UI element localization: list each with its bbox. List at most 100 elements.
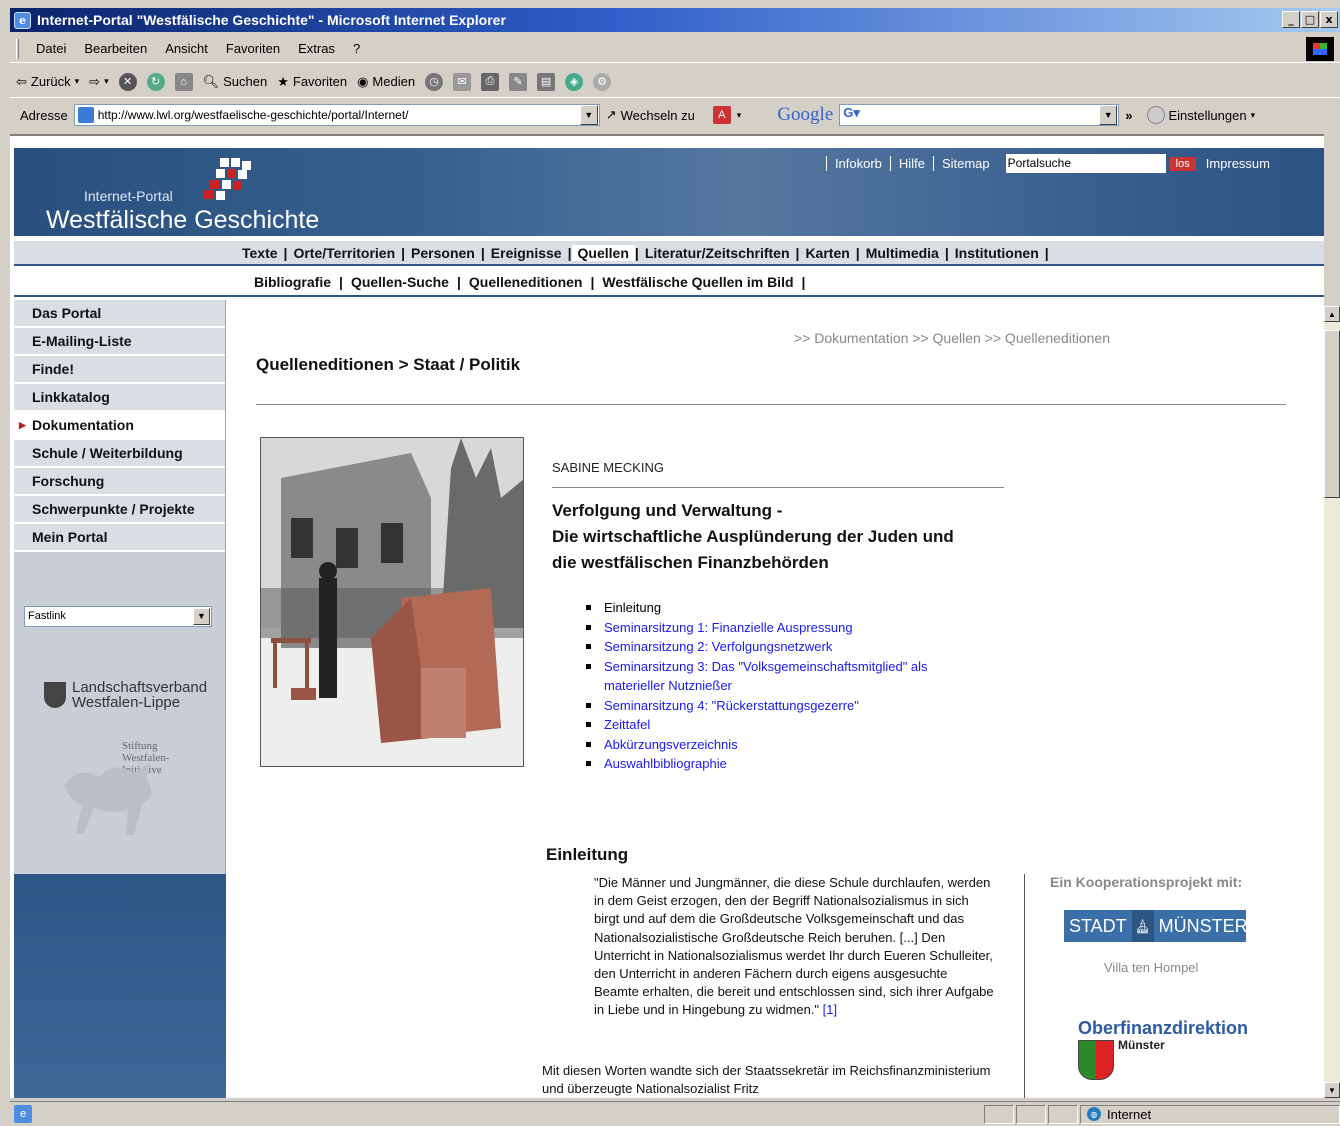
google-dropdown-icon[interactable]: ▼: [1099, 105, 1118, 125]
portal-search-input[interactable]: Portalsuche: [1005, 154, 1166, 173]
sidebar-item-finde[interactable]: Finde!: [14, 356, 225, 384]
subnav-quellen-suche[interactable]: Quellen-Suche: [343, 274, 457, 290]
lwl-brand[interactable]: Landschaftsverband Westfalen-Lippe: [44, 680, 207, 710]
nav-literatur[interactable]: Literatur/Zeitschriften: [639, 245, 796, 261]
menu-help[interactable]: ?: [344, 41, 369, 56]
toc-item[interactable]: Abkürzungsverzeichnis: [582, 735, 962, 755]
nav-multimedia[interactable]: Multimedia: [860, 245, 945, 261]
nav-karten[interactable]: Karten: [799, 245, 855, 261]
toc-link[interactable]: Seminarsitzung 1: Finanzielle Auspressun…: [604, 620, 853, 635]
toc-link[interactable]: Seminarsitzung 4: "Rückerstattungsgezerr…: [604, 698, 859, 713]
subnav-quellen-im-bild[interactable]: Westfälische Quellen im Bild: [594, 274, 801, 290]
subnav-quelleneditionen[interactable]: Quelleneditionen: [461, 274, 591, 290]
fastlink-dropdown-icon[interactable]: ▼: [193, 608, 210, 625]
nav-ereignisse[interactable]: Ereignisse: [485, 245, 568, 261]
mail-icon[interactable]: ✉: [453, 72, 472, 91]
section-heading: Einleitung: [546, 845, 629, 864]
article-title-line: Verfolgung und Verwaltung -: [552, 501, 783, 520]
menu-ansicht[interactable]: Ansicht: [156, 41, 217, 56]
toc-item[interactable]: Seminarsitzung 4: "Rückerstattungsgezerr…: [582, 696, 962, 716]
toc-link[interactable]: Zeittafel: [604, 717, 650, 732]
cathedral-icon: ⛪︎: [1131, 910, 1154, 942]
nav-texte[interactable]: Texte: [236, 245, 284, 261]
discuss-icon[interactable]: ▤: [537, 72, 556, 91]
nav-personen[interactable]: Personen: [405, 245, 481, 261]
link-hilfe[interactable]: Hilfe: [889, 156, 933, 171]
nav-orte[interactable]: Orte/Territorien: [287, 245, 401, 261]
toc-link[interactable]: Auswahlbibliographie: [604, 756, 727, 771]
nrw-coat-of-arms-icon: [1078, 1040, 1114, 1080]
toc-item[interactable]: Zeittafel: [582, 715, 962, 735]
edit-icon[interactable]: ✎: [509, 72, 528, 91]
toc-link[interactable]: Abkürzungsverzeichnis: [604, 737, 738, 752]
quote-text: "Die Männer und Jungmänner, die diese Sc…: [594, 875, 994, 1018]
media-button[interactable]: ◉ Medien: [357, 74, 415, 90]
address-input[interactable]: http://www.lwl.org/westfaelische-geschic…: [73, 104, 600, 126]
standard-toolbar: ⇦ Zurück ▾ ⇨ ▾ ✕ ↻ ⌂ 🔍︎ Suchen ★ Favoriten ◉ M…: [10, 66, 1340, 98]
forward-button[interactable]: ⇨ ▾: [89, 74, 108, 90]
sidebar-item-forschung[interactable]: Forschung: [14, 468, 225, 496]
refresh-icon[interactable]: ↻: [146, 72, 165, 91]
sidebar-item-linkkatalog[interactable]: Linkkatalog: [14, 384, 225, 412]
history-icon[interactable]: ◷: [425, 72, 444, 91]
nav-institutionen[interactable]: Institutionen: [949, 245, 1045, 261]
minimize-button[interactable]: _: [1282, 11, 1300, 28]
link-sitemap[interactable]: Sitemap: [932, 156, 998, 171]
tools-icon[interactable]: ⚙: [593, 72, 612, 91]
back-label: Zurück: [30, 74, 71, 89]
toc-item[interactable]: Seminarsitzung 2: Verfolgungsnetzwerk: [582, 637, 962, 657]
toc-link[interactable]: Seminarsitzung 3: Das "Volksgemeinschaft…: [604, 659, 928, 694]
more-chevron-icon[interactable]: »: [1125, 108, 1132, 123]
scroll-up-icon[interactable]: ▲: [1324, 306, 1340, 322]
sidebar-item-mein-portal[interactable]: Mein Portal: [14, 524, 225, 552]
search-submit-button[interactable]: los: [1169, 156, 1196, 171]
print-icon[interactable]: ⎙: [481, 72, 500, 91]
maximize-button[interactable]: □: [1301, 11, 1319, 28]
muenster-text: MÜNSTER: [1158, 915, 1246, 936]
top-links: Infokorb Hilfe Sitemap Portalsuche los I…: [825, 154, 1270, 173]
google-search-input[interactable]: G▾ ▼: [839, 104, 1120, 126]
chevron-down-icon: ▾: [736, 109, 742, 120]
ofd-logo-title[interactable]: Oberfinanzdirektion: [1078, 1018, 1248, 1039]
sidebar-item-schwerpunkte[interactable]: Schwerpunkte / Projekte: [14, 496, 225, 524]
breadcrumb[interactable]: >> Dokumentation >> Quellen >> Quellened…: [794, 330, 1110, 346]
scroll-thumb[interactable]: [1324, 330, 1340, 498]
settings-button[interactable]: Einstellungen ▾: [1146, 106, 1255, 124]
menu-bearbeiten[interactable]: Bearbeiten: [75, 41, 156, 56]
favorites-button[interactable]: ★ Favoriten: [277, 74, 347, 90]
footnote-link[interactable]: [1]: [823, 1002, 837, 1017]
stadt-text: STADT: [1069, 915, 1127, 936]
fastlink-select[interactable]: Fastlink ▼: [24, 606, 212, 627]
search-label: Suchen: [223, 74, 268, 89]
search-button[interactable]: 🔍︎ Suchen: [203, 74, 268, 90]
go-button[interactable]: ↗ Wechseln zu: [606, 107, 695, 123]
menu-extras[interactable]: Extras: [289, 41, 344, 56]
home-icon[interactable]: ⌂: [174, 72, 193, 91]
sidebar-item-dokumentation[interactable]: ▶ Dokumentation: [14, 412, 225, 440]
address-dropdown-icon[interactable]: ▼: [579, 105, 598, 125]
toc-item[interactable]: Seminarsitzung 1: Finanzielle Auspressun…: [582, 618, 962, 638]
vertical-scrollbar[interactable]: ▲ ▼: [1324, 306, 1340, 1098]
sidebar-item-mailing[interactable]: E-Mailing-Liste: [14, 328, 225, 356]
stadt-muenster-logo[interactable]: STADT ⛪︎ MÜNSTER: [1064, 910, 1246, 942]
toc-item[interactable]: Seminarsitzung 3: Das "Volksgemeinschaft…: [582, 657, 962, 696]
link-infokorb[interactable]: Infokorb: [825, 156, 890, 171]
stop-icon[interactable]: ✕: [118, 72, 137, 91]
subnav-bibliografie[interactable]: Bibliografie: [246, 274, 339, 290]
toc-label: Einleitung: [604, 600, 662, 615]
villa-ten-hompel-link[interactable]: Villa ten Hompel: [1104, 960, 1198, 975]
menu-favoriten[interactable]: Favoriten: [217, 41, 289, 56]
messenger-icon[interactable]: ◈: [565, 72, 584, 91]
sidebar-item-portal[interactable]: Das Portal: [14, 300, 225, 328]
page-title: Quelleneditionen > Staat / Politik: [256, 355, 521, 374]
close-button[interactable]: x: [1320, 11, 1338, 28]
menu-datei[interactable]: Datei: [27, 41, 75, 56]
back-button[interactable]: ⇦ Zurück ▾: [16, 74, 79, 90]
toc-item[interactable]: Auswahlbibliographie: [582, 754, 962, 774]
link-impressum[interactable]: Impressum: [1206, 156, 1270, 171]
scroll-down-icon[interactable]: ▼: [1324, 1082, 1340, 1098]
nav-quellen[interactable]: Quellen: [571, 244, 635, 261]
toc-link[interactable]: Seminarsitzung 2: Verfolgungsnetzwerk: [604, 639, 832, 654]
acrobat-icon[interactable]: A: [712, 106, 731, 124]
sidebar-item-schule[interactable]: Schule / Weiterbildung: [14, 440, 225, 468]
